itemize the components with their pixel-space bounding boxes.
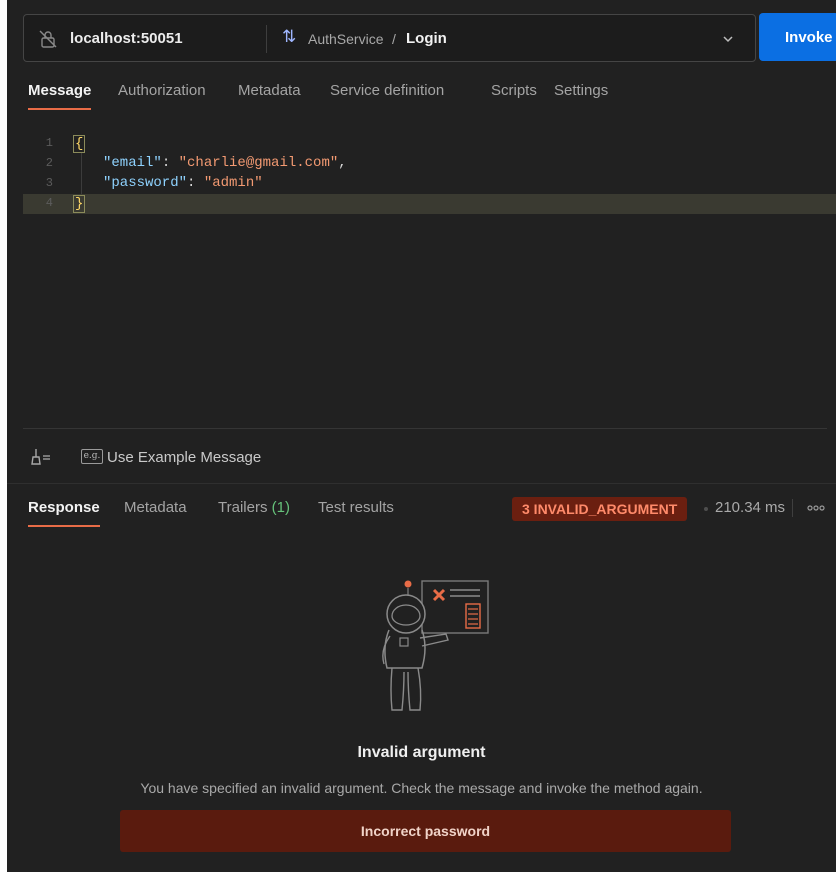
tab-response[interactable]: Response — [28, 499, 100, 527]
close-brace: } — [73, 195, 86, 213]
line-number: 2 — [45, 156, 53, 170]
use-example-message-button[interactable]: Use Example Message — [107, 449, 261, 466]
example-badge-icon[interactable]: e.g. — [81, 449, 103, 464]
editor-line: 2 "email": "charlie@gmail.com", — [23, 154, 836, 174]
tab-service-definition[interactable]: Service definition — [330, 82, 444, 99]
editor-line: 1 { — [23, 134, 836, 154]
tab-trailers[interactable]: Trailers (1) — [218, 499, 290, 516]
tab-metadata[interactable]: Metadata — [238, 82, 301, 99]
colon-punct: : — [187, 175, 204, 191]
comma-punct: , — [338, 155, 347, 171]
json-string: "admin" — [203, 175, 263, 191]
invoke-button[interactable]: Invoke — [759, 13, 836, 61]
status-separator-dot — [704, 507, 708, 511]
trailers-label: Trailers — [218, 499, 268, 516]
chevron-down-icon[interactable] — [721, 32, 735, 46]
message-editor[interactable]: 1 { 2 "email": "charlie@gmail.com", 3 "p… — [23, 128, 836, 428]
error-description: You have specified an invalid argument. … — [140, 780, 703, 796]
trailers-count: (1) — [271, 499, 290, 516]
method-arrows-icon: ⇅ — [282, 27, 297, 46]
response-time: 210.34 ms — [715, 499, 786, 516]
tab-message[interactable]: Message — [28, 82, 92, 110]
colon-punct: : — [161, 155, 179, 171]
service-method-separator: / — [392, 31, 396, 47]
line-number: 3 — [45, 176, 53, 190]
tab-authorization[interactable]: Authorization — [118, 82, 206, 99]
error-title: Invalid argument — [357, 744, 486, 761]
line-number: 1 — [45, 136, 53, 150]
open-brace: { — [73, 135, 86, 153]
astronaut-illustration — [382, 580, 489, 711]
tab-response-metadata[interactable]: Metadata — [124, 499, 187, 516]
toolbar-divider — [792, 499, 793, 517]
editor-line-current: 4 } — [23, 194, 836, 214]
code-line-password: "password": "admin" — [103, 175, 263, 191]
editor-line: 3 "password": "admin" — [23, 174, 836, 194]
error-detail-box: Incorrect password — [120, 810, 731, 852]
url-bar[interactable]: localhost:50051 ⇅ AuthService / Login — [23, 14, 756, 62]
pane-divider[interactable] — [7, 483, 836, 484]
line-number: 4 — [45, 196, 53, 210]
broom-icon[interactable] — [30, 447, 52, 467]
service-name[interactable]: AuthService — [308, 31, 383, 47]
url-divider — [266, 25, 267, 53]
method-name[interactable]: Login — [406, 30, 447, 47]
json-key: "email" — [103, 155, 162, 171]
status-badge: 3 INVALID_ARGUMENT — [512, 497, 688, 521]
tab-test-results[interactable]: Test results — [318, 499, 394, 516]
server-url-input[interactable]: localhost:50051 — [70, 30, 183, 47]
editor-divider — [23, 428, 827, 429]
grpc-request-app: localhost:50051 ⇅ AuthService / Login In… — [7, 0, 836, 872]
code-line-email: "email": "charlie@gmail.com", — [103, 155, 347, 171]
json-key: "password" — [103, 175, 188, 191]
tab-scripts[interactable]: Scripts — [491, 82, 537, 99]
tab-settings[interactable]: Settings — [554, 82, 608, 99]
no-tls-lock-icon[interactable] — [38, 29, 58, 49]
json-string: "charlie@gmail.com" — [178, 155, 339, 171]
more-icon[interactable] — [807, 503, 825, 513]
